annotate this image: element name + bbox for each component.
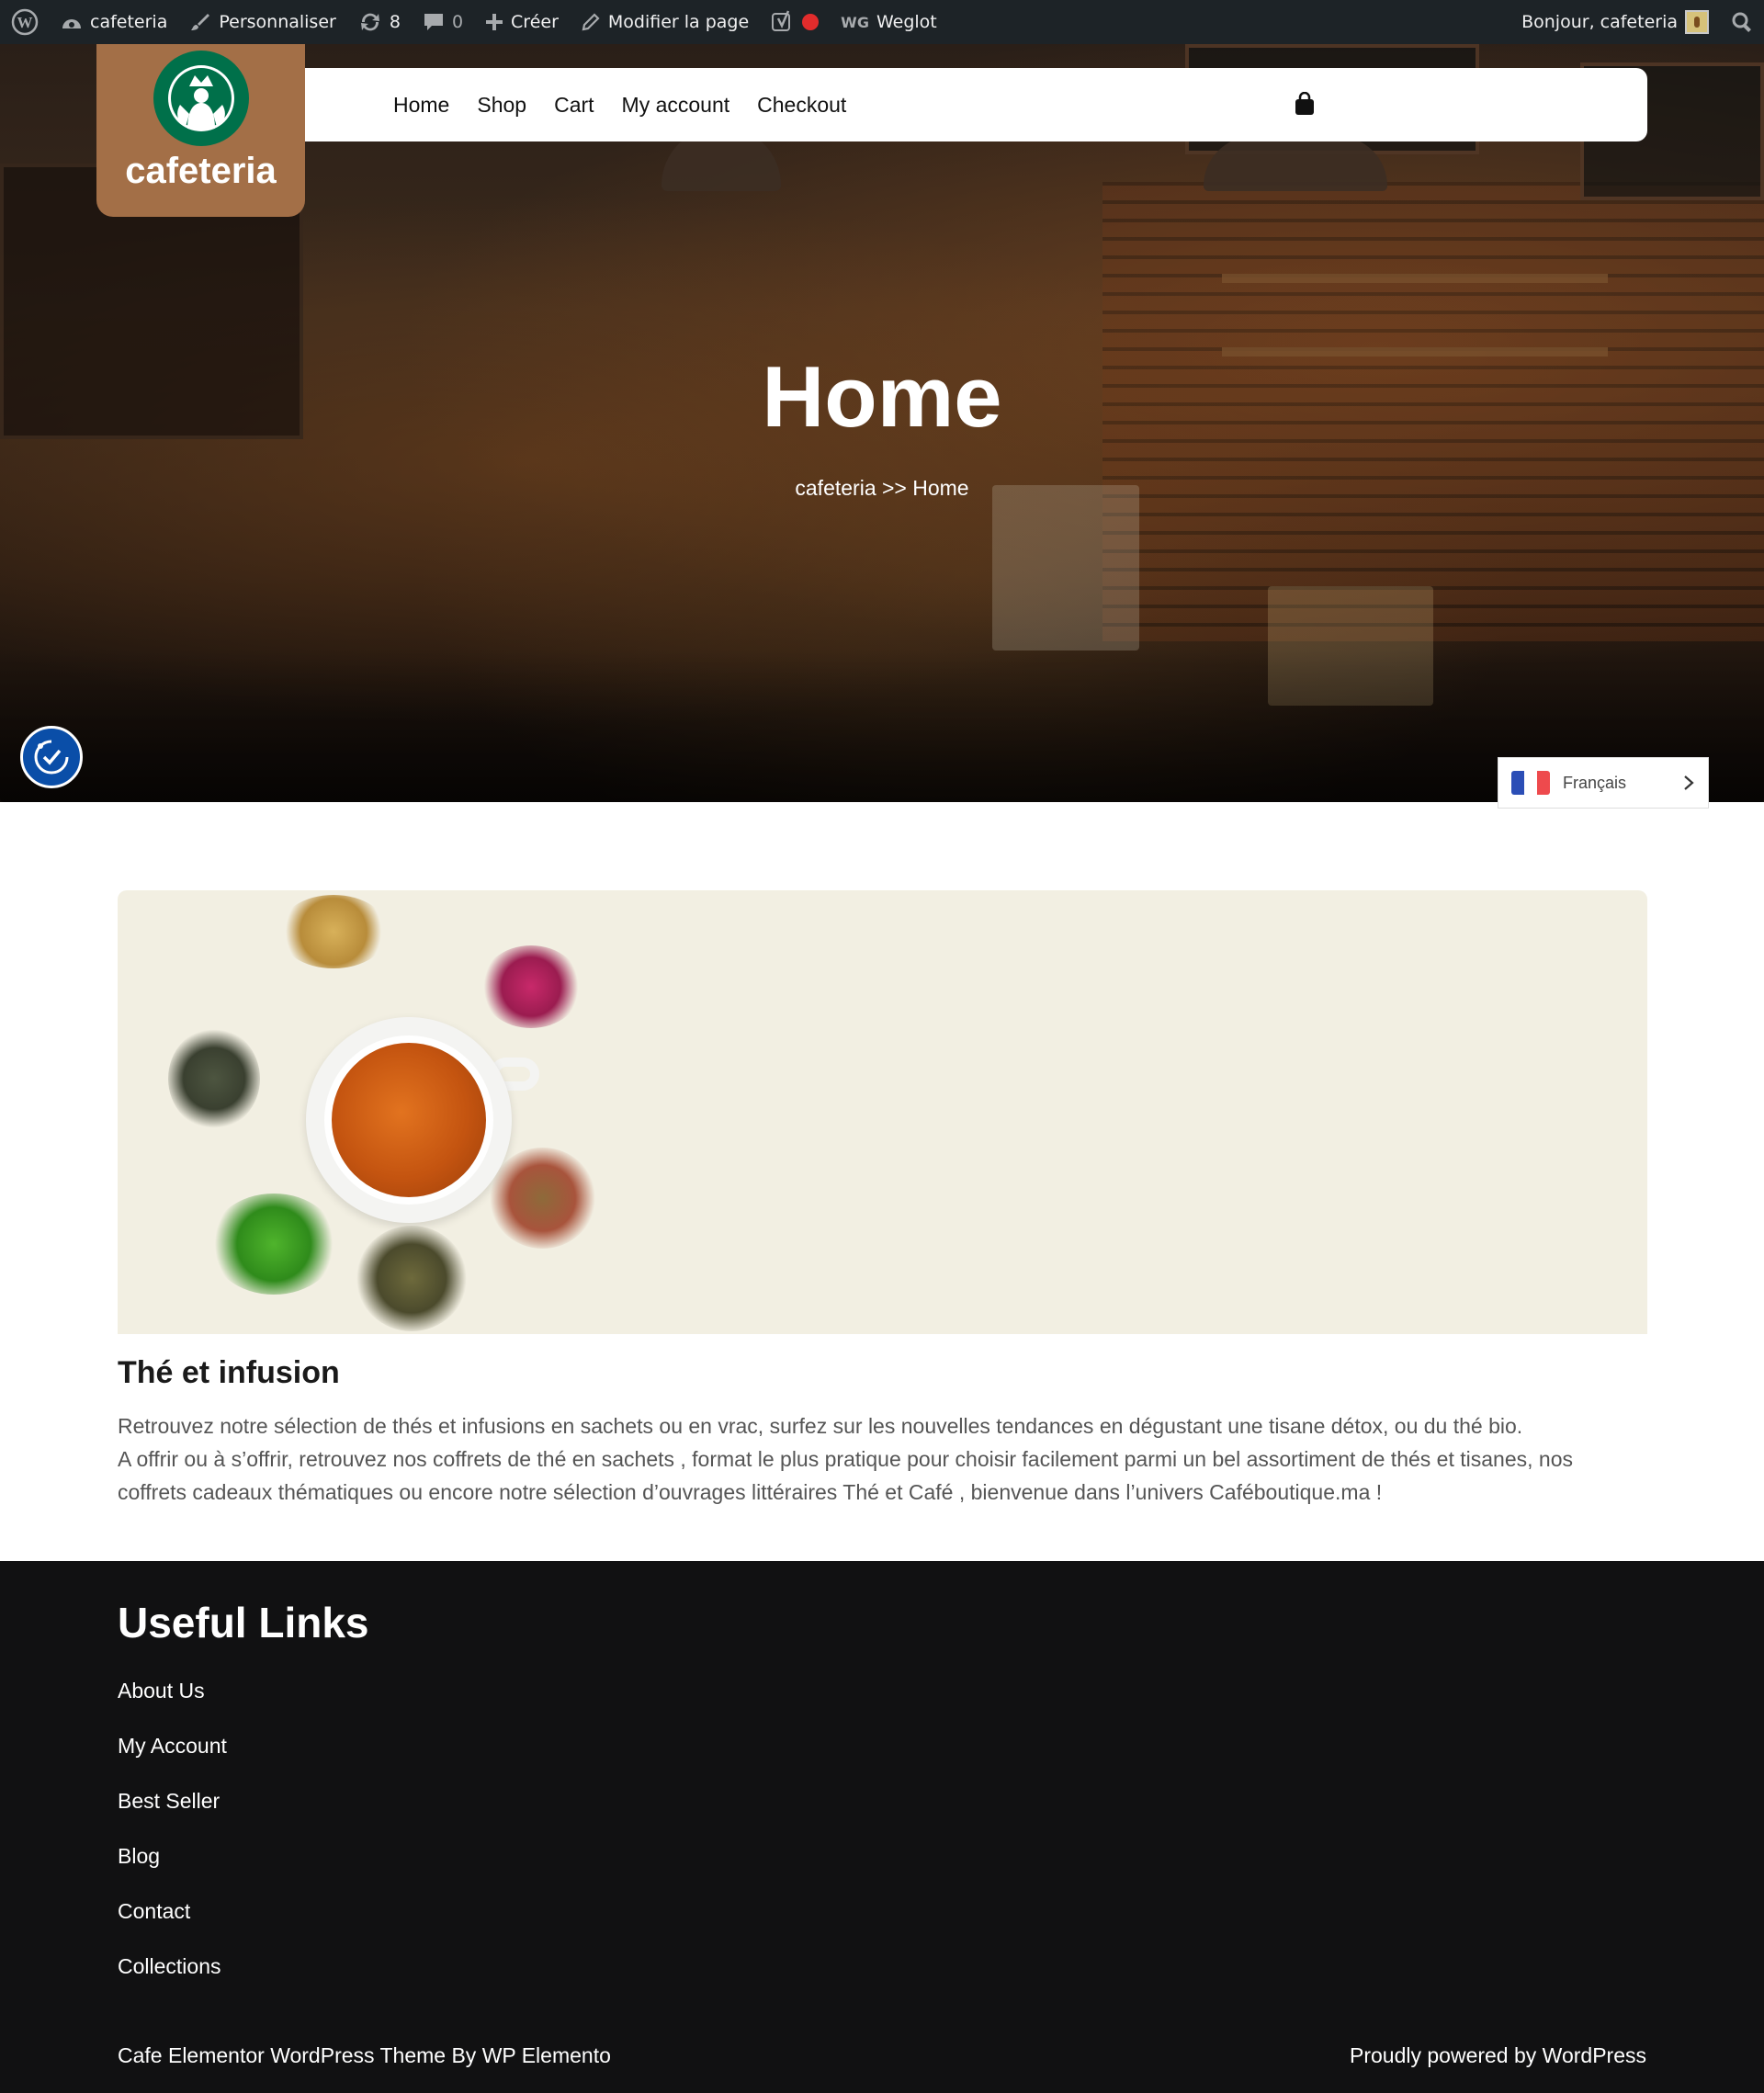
new-label: Créer bbox=[511, 12, 559, 32]
footer-powered-by[interactable]: Proudly powered by WordPress bbox=[1350, 2043, 1646, 2068]
footer-links: About Us My Account Best Seller Blog Con… bbox=[118, 1677, 227, 2008]
yoast-link[interactable] bbox=[760, 0, 830, 44]
footer-link-contact[interactable]: Contact bbox=[118, 1897, 227, 1952]
weglot-label: Weglot bbox=[876, 12, 937, 32]
site-logo[interactable]: cafeteria bbox=[96, 44, 305, 217]
weglot-logo-icon: WG bbox=[841, 13, 869, 31]
comment-icon bbox=[424, 14, 443, 30]
dark-tea-pile bbox=[168, 1028, 260, 1129]
description-paragraph-2: A offrir ou à s’offrir, retrouvez nos co… bbox=[118, 1447, 1573, 1504]
nav-checkout[interactable]: Checkout bbox=[757, 93, 846, 118]
nav-my-account[interactable]: My account bbox=[622, 93, 730, 118]
yoast-icon bbox=[772, 10, 791, 31]
site-footer: Useful Links About Us My Account Best Se… bbox=[0, 1561, 1764, 2093]
admin-site-link[interactable]: cafeteria bbox=[50, 0, 178, 44]
chevron-right-icon bbox=[1684, 775, 1694, 790]
customize-label: Personnaliser bbox=[219, 12, 336, 32]
green-leaves-pile bbox=[209, 1194, 338, 1295]
customize-link[interactable]: Personnaliser bbox=[178, 0, 347, 44]
wordpress-logo-icon[interactable]: W bbox=[0, 0, 50, 44]
language-label: Français bbox=[1563, 773, 1627, 792]
footer-heading: Useful Links bbox=[118, 1599, 369, 1646]
new-content-link[interactable]: Créer bbox=[474, 0, 570, 44]
updates-count: 8 bbox=[389, 12, 401, 32]
plus-icon bbox=[486, 14, 503, 30]
nav-shop[interactable]: Shop bbox=[477, 93, 526, 118]
admin-search[interactable] bbox=[1720, 0, 1764, 44]
logo-text: cafeteria bbox=[125, 151, 277, 191]
fruit-tea-pile bbox=[490, 1148, 595, 1249]
accessibility-icon bbox=[34, 740, 69, 775]
greeting-label: Bonjour, cafeteria bbox=[1521, 12, 1678, 32]
hero-machine bbox=[992, 485, 1139, 651]
siren-logo-icon bbox=[153, 51, 249, 146]
paintbrush-icon bbox=[191, 14, 210, 30]
updates-link[interactable]: 8 bbox=[347, 0, 412, 44]
nav-cart[interactable]: Cart bbox=[554, 93, 594, 118]
hero-shelf-1 bbox=[1222, 274, 1608, 283]
footer-link-about-us[interactable]: About Us bbox=[118, 1677, 227, 1732]
pencil-icon bbox=[582, 13, 600, 31]
comments-count: 0 bbox=[451, 12, 464, 32]
page-title: Home bbox=[762, 348, 1002, 445]
accessibility-button[interactable] bbox=[20, 726, 83, 788]
french-flag-icon bbox=[1511, 771, 1550, 795]
edit-page-link[interactable]: Modifier la page bbox=[570, 0, 760, 44]
my-account-link[interactable]: Bonjour, cafeteria bbox=[1510, 0, 1720, 44]
edit-page-label: Modifier la page bbox=[607, 12, 750, 32]
main-navigation: Home Shop Cart My account Checkout bbox=[303, 68, 1647, 141]
updates-icon bbox=[360, 13, 379, 31]
section-description: Retrouvez notre sélection de thés et inf… bbox=[118, 1409, 1647, 1509]
shopping-bag-icon[interactable] bbox=[1295, 92, 1315, 116]
comments-link[interactable]: 0 bbox=[412, 0, 474, 44]
seo-status-dot bbox=[802, 14, 820, 30]
wp-admin-bar: W cafeteria Personnaliser 8 0 Créer Modi… bbox=[0, 0, 1764, 44]
svg-text:W: W bbox=[17, 14, 33, 31]
hero-lamp-right bbox=[1204, 136, 1387, 191]
admin-site-name: cafeteria bbox=[90, 12, 168, 32]
weglot-link[interactable]: WG Weglot bbox=[830, 0, 948, 44]
avatar bbox=[1685, 10, 1709, 34]
footer-link-best-seller[interactable]: Best Seller bbox=[118, 1787, 227, 1842]
footer-link-collections[interactable]: Collections bbox=[118, 1952, 227, 2008]
dashboard-icon bbox=[62, 19, 81, 28]
footer-link-blog[interactable]: Blog bbox=[118, 1842, 227, 1897]
footer-theme-credit[interactable]: Cafe Elementor WordPress Theme By WP Ele… bbox=[118, 2043, 611, 2068]
rose-buds-pile bbox=[481, 945, 582, 1028]
footer-link-my-account[interactable]: My Account bbox=[118, 1732, 227, 1787]
tea-liquid bbox=[324, 1035, 493, 1205]
section-title: Thé et infusion bbox=[118, 1355, 340, 1390]
dried-herbs-pile bbox=[278, 895, 389, 968]
nav-home[interactable]: Home bbox=[393, 93, 449, 118]
description-paragraph-1: Retrouvez notre sélection de thés et inf… bbox=[118, 1414, 1523, 1438]
oolong-pile bbox=[356, 1226, 467, 1331]
breadcrumb: cafeteria >> Home bbox=[795, 476, 969, 500]
language-switcher[interactable]: Français bbox=[1498, 757, 1709, 809]
search-icon bbox=[1732, 12, 1751, 32]
tea-banner-image bbox=[118, 890, 1647, 1334]
